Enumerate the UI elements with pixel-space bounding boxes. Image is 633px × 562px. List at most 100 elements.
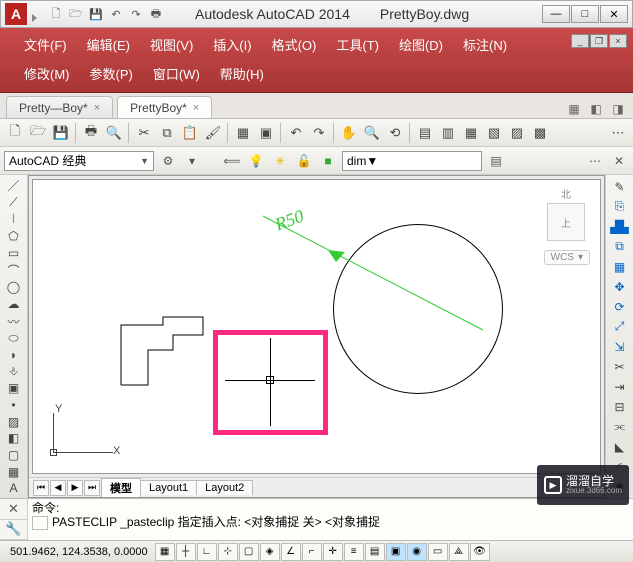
table-icon[interactable]: ▦ (3, 464, 25, 480)
line-icon[interactable]: ／ (3, 177, 25, 194)
tb-paste-icon[interactable]: 📋 (179, 122, 201, 144)
sb-lw-icon[interactable]: ≡ (344, 543, 364, 561)
command-text[interactable]: 命令: PASTECLIP _pasteclip 指定插入点: <对象捕捉 关>… (28, 499, 633, 540)
hatch-icon[interactable]: ▨ (3, 414, 25, 430)
file-tab-0-close-icon[interactable]: × (94, 102, 100, 114)
menu-file[interactable]: 文件(F) (14, 32, 77, 57)
command-close-icon[interactable]: ✕ (0, 499, 27, 520)
polygon-icon[interactable]: ⬠ (3, 228, 25, 244)
ellipse-icon[interactable]: ⬭ (3, 331, 25, 347)
menu-parametric[interactable]: 参数(P) (80, 61, 143, 86)
tb-copy-icon[interactable]: ⧉ (156, 122, 178, 144)
revcloud-icon[interactable]: ☁ (3, 296, 25, 312)
rotate-icon[interactable]: ⟳ (609, 297, 631, 316)
ellipsearc-icon[interactable]: ◗ (3, 347, 25, 363)
tb-open-icon[interactable]: 🗁 (27, 122, 49, 144)
row-close-icon[interactable]: ✕ (609, 151, 629, 171)
qat-new-icon[interactable]: 🗋 (47, 5, 65, 23)
sb-3dosnap-icon[interactable]: ◈ (260, 543, 280, 561)
row-extra-icon[interactable]: ⋯ (585, 151, 605, 171)
text-icon[interactable]: A (3, 480, 25, 496)
qat-print-icon[interactable]: 🖶 (147, 5, 165, 23)
sb-sc-icon[interactable]: ◉ (407, 543, 427, 561)
tab-icon-1[interactable]: ▦ (565, 100, 583, 118)
menu-edit[interactable]: 编辑(E) (77, 32, 140, 57)
menu-tools[interactable]: 工具(T) (326, 32, 389, 57)
file-tab-1-close-icon[interactable]: × (193, 102, 199, 114)
scale-icon[interactable]: ⤢ (609, 317, 631, 336)
drawing-canvas[interactable]: 北 上 WCS ▾ R50 (32, 179, 601, 474)
gradient-icon[interactable]: ◧ (3, 431, 25, 447)
file-tab-0[interactable]: Pretty—Boy* × (6, 96, 113, 118)
tb-props-icon[interactable]: ▤ (414, 122, 436, 144)
tab-icon-2[interactable]: ◧ (587, 100, 605, 118)
menu-window[interactable]: 窗口(W) (143, 61, 210, 86)
tb-match-icon[interactable]: 🖌 (202, 122, 224, 144)
tb-zoom-icon[interactable]: 🔍 (361, 122, 383, 144)
app-logo[interactable]: A (5, 3, 27, 25)
layout-nav-first-icon[interactable]: ⏮ (33, 480, 49, 496)
offset-icon[interactable]: ⧉ (609, 237, 631, 256)
qat-redo-icon[interactable]: ↷ (127, 5, 145, 23)
tb-palette-icon[interactable]: ▦ (460, 122, 482, 144)
tb-print-icon[interactable]: 🖶 (80, 122, 102, 144)
tb-pan-icon[interactable]: ✋ (338, 122, 360, 144)
menu-insert[interactable]: 插入(I) (203, 32, 261, 57)
tb-redo-icon[interactable]: ↷ (308, 122, 330, 144)
point-icon[interactable]: • (3, 397, 25, 413)
sb-polar-icon[interactable]: ⊹ (218, 543, 238, 561)
sb-otrack-icon[interactable]: ∠ (281, 543, 301, 561)
layout-tab-1[interactable]: Layout1 (140, 480, 197, 495)
menu-format[interactable]: 格式(O) (262, 32, 327, 57)
tb-block-icon[interactable]: ▦ (232, 122, 254, 144)
menu-view[interactable]: 视图(V) (140, 32, 203, 57)
circle-icon[interactable]: ◯ (3, 280, 25, 296)
mdi-restore[interactable]: ❐ (590, 34, 608, 48)
tb-sheetset-icon[interactable]: ▧ (483, 122, 505, 144)
mdi-close[interactable]: × (609, 34, 627, 48)
tb-save-icon[interactable]: 💾 (50, 122, 72, 144)
spline-icon[interactable]: 〰 (3, 313, 25, 330)
layer-combo[interactable]: dim ▼ (342, 151, 482, 171)
region-icon[interactable]: ▢ (3, 447, 25, 463)
mirror-icon[interactable]: ▟▙ (609, 217, 631, 236)
stretch-icon[interactable]: ⇲ (609, 337, 631, 356)
minimize-button[interactable]: — (542, 5, 570, 23)
ws-save-icon[interactable]: ▾ (182, 151, 202, 171)
tb-calc-icon[interactable]: ▩ (529, 122, 551, 144)
qat-undo-icon[interactable]: ↶ (107, 5, 125, 23)
menu-dimension[interactable]: 标注(N) (453, 32, 517, 57)
chamfer-icon[interactable]: ◣ (609, 437, 631, 456)
sb-trans-icon[interactable]: ▤ (365, 543, 385, 561)
tab-icon-3[interactable]: ◨ (609, 100, 627, 118)
menu-modify[interactable]: 修改(M) (14, 61, 80, 86)
layout-nav-prev-icon[interactable]: ◀ (50, 480, 66, 496)
maximize-button[interactable]: □ (571, 5, 599, 23)
block-icon[interactable]: ▣ (3, 381, 25, 397)
insert-icon[interactable]: ⎀ (3, 364, 25, 380)
close-button[interactable]: ✕ (600, 5, 628, 23)
layout-tab-model[interactable]: 模型 (101, 478, 141, 497)
xline-icon[interactable]: ⟋ (3, 195, 25, 211)
qat-save-icon[interactable]: 💾 (87, 5, 105, 23)
layer-bulb-icon[interactable]: 💡 (246, 151, 266, 171)
menu-help[interactable]: 帮助(H) (210, 61, 274, 86)
sb-model-icon[interactable]: ▭ (428, 543, 448, 561)
ws-gear-icon[interactable]: ⚙ (158, 151, 178, 171)
mdi-minimize[interactable]: _ (571, 34, 589, 48)
layer-prev-icon[interactable]: ⟸ (222, 151, 242, 171)
menu-draw[interactable]: 绘图(D) (389, 32, 453, 57)
extend-icon[interactable]: ⇥ (609, 377, 631, 396)
sb-qp-icon[interactable]: ▣ (386, 543, 406, 561)
layer-states-icon[interactable]: ▤ (486, 151, 506, 171)
copy-icon[interactable]: ⎘ (609, 197, 631, 216)
tb-xref-icon[interactable]: ▣ (255, 122, 277, 144)
sb-osnap-icon[interactable]: ▢ (239, 543, 259, 561)
rectangle-icon[interactable]: ▭ (3, 245, 25, 261)
layout-nav-last-icon[interactable]: ⏭ (84, 480, 100, 496)
join-icon[interactable]: ⫘ (609, 417, 631, 436)
move-icon[interactable]: ✥ (609, 277, 631, 296)
layout-nav-next-icon[interactable]: ▶ (67, 480, 83, 496)
file-tab-1[interactable]: PrettyBoy* × (117, 96, 212, 118)
sb-dyn-icon[interactable]: ✛ (323, 543, 343, 561)
